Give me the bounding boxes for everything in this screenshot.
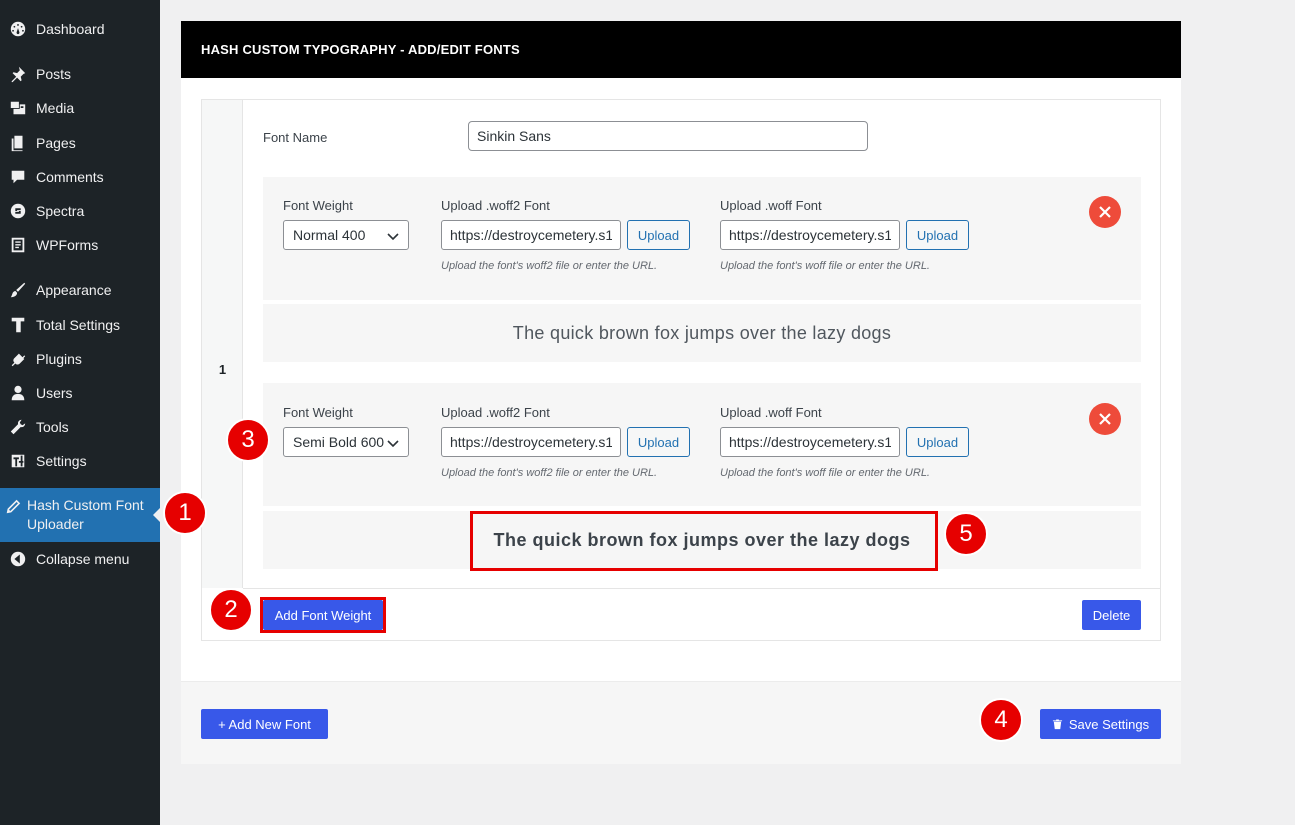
sidebar-item-label: Settings bbox=[36, 452, 87, 469]
woff-label: Upload .woff Font bbox=[720, 405, 822, 420]
sidebar-item-wpforms[interactable]: WPForms bbox=[0, 228, 160, 262]
page-title: HASH CUSTOM TYPOGRAPHY - ADD/EDIT FONTS bbox=[181, 21, 1181, 78]
font-weight-label: Font Weight bbox=[283, 405, 353, 420]
sidebar-item-label: Pages bbox=[36, 134, 76, 151]
sidebar-item-label: Total Settings bbox=[36, 316, 121, 333]
delete-font-button[interactable]: Delete bbox=[1082, 600, 1141, 630]
annotation-badge-2: 2 bbox=[209, 588, 253, 632]
trash-icon bbox=[1052, 718, 1062, 729]
user-icon bbox=[0, 384, 36, 402]
save-settings-label: Save Settings bbox=[1068, 716, 1150, 732]
woff2-upload-button[interactable]: Upload bbox=[627, 220, 690, 250]
sidebar-item-posts[interactable]: Posts bbox=[0, 57, 160, 91]
comment-icon bbox=[0, 168, 36, 186]
brush-icon bbox=[0, 281, 36, 299]
sidebar-item-label: Comments bbox=[36, 168, 104, 185]
wpforms-icon bbox=[0, 236, 36, 254]
highlight-frame bbox=[260, 597, 386, 633]
sliders-icon bbox=[0, 452, 36, 470]
font-name-input[interactable] bbox=[468, 121, 868, 151]
sidebar-item-label: Posts bbox=[36, 65, 72, 82]
sidebar-item-appearance[interactable]: Appearance bbox=[0, 273, 160, 307]
sidebar-item-label: Tools bbox=[36, 418, 69, 435]
admin-sidebar: Dashboard Posts Media Pages Comments Spe… bbox=[0, 0, 161, 825]
close-icon bbox=[1099, 413, 1111, 425]
add-new-font-button[interactable]: + Add New Font bbox=[201, 709, 328, 739]
woff2-hint: Upload the font's woff2 file or enter th… bbox=[441, 260, 658, 272]
remove-weight-button[interactable] bbox=[1089, 403, 1121, 435]
sidebar-item-hash-custom-font-uploader[interactable]: Hash Custom Font Uploader bbox=[0, 488, 161, 542]
sidebar-item-label: Collapse menu bbox=[36, 550, 130, 567]
sidebar-item-users[interactable]: Users bbox=[0, 376, 160, 410]
woff2-hint: Upload the font's woff2 file or enter th… bbox=[441, 467, 658, 479]
pencil-icon bbox=[0, 498, 27, 516]
chevron-down-icon bbox=[387, 440, 399, 448]
woff-upload-button[interactable]: Upload bbox=[906, 427, 969, 457]
font-preview: The quick brown fox jumps over the lazy … bbox=[263, 304, 1141, 362]
woff-hint: Upload the font's woff file or enter the… bbox=[720, 467, 930, 479]
woff2-url-input[interactable] bbox=[441, 427, 621, 457]
highlight-frame bbox=[470, 511, 938, 571]
woff2-label: Upload .woff2 Font bbox=[441, 198, 550, 213]
sidebar-item-comments[interactable]: Comments bbox=[0, 160, 160, 194]
collapse-menu-button[interactable]: Collapse menu bbox=[0, 542, 160, 576]
wrench-icon bbox=[0, 418, 36, 436]
font-weight-selected: Semi Bold 600 bbox=[293, 434, 385, 450]
font-weight-label: Font Weight bbox=[283, 198, 353, 213]
font-name-label: Font Name bbox=[263, 130, 328, 145]
sidebar-item-label: Spectra bbox=[36, 202, 85, 219]
save-settings-button[interactable]: Save Settings bbox=[1040, 709, 1161, 739]
annotation-badge-3: 3 bbox=[226, 418, 270, 462]
spectra-icon bbox=[0, 202, 36, 220]
font-weight-select[interactable]: Semi Bold 600 bbox=[283, 427, 409, 457]
font-card: 1 Font Name Font Weight Normal 400 Uploa… bbox=[201, 99, 1161, 641]
woff-upload-button[interactable]: Upload bbox=[906, 220, 969, 250]
sidebar-item-pages[interactable]: Pages bbox=[0, 126, 160, 160]
woff2-label: Upload .woff2 Font bbox=[441, 405, 550, 420]
font-weight-selected: Normal 400 bbox=[293, 227, 366, 243]
woff-label: Upload .woff Font bbox=[720, 198, 822, 213]
sidebar-item-label: Hash Custom Font Uploader bbox=[26, 497, 144, 532]
woff2-url-input[interactable] bbox=[441, 220, 621, 250]
annotation-badge-1: 1 bbox=[163, 491, 207, 535]
sidebar-item-label: Media bbox=[36, 99, 75, 116]
remove-weight-button[interactable] bbox=[1089, 196, 1121, 228]
sidebar-item-label: Users bbox=[36, 384, 73, 401]
dashboard-icon bbox=[0, 20, 36, 38]
sidebar-item-tools[interactable]: Tools bbox=[0, 410, 160, 444]
font-index-number: 1 bbox=[218, 362, 227, 377]
font-card-footer: Add Font Weight Delete bbox=[243, 588, 1161, 640]
font-weight-row: Font Weight Semi Bold 600 Upload .woff2 … bbox=[263, 383, 1141, 506]
font-weight-row: Font Weight Normal 400 Upload .woff2 Fon… bbox=[263, 177, 1141, 300]
sidebar-item-label: Dashboard bbox=[36, 20, 105, 37]
collapse-icon bbox=[0, 550, 36, 568]
annotation-badge-5: 5 bbox=[944, 512, 988, 556]
plug-icon bbox=[0, 350, 36, 368]
woff-url-input[interactable] bbox=[720, 427, 900, 457]
woff2-upload-button[interactable]: Upload bbox=[627, 427, 690, 457]
woff-hint: Upload the font's woff file or enter the… bbox=[720, 260, 930, 272]
chevron-down-icon bbox=[387, 233, 399, 241]
pages-icon bbox=[0, 134, 36, 152]
panel-footer: + Add New Font Save Settings bbox=[181, 681, 1181, 764]
font-settings-panel: HASH CUSTOM TYPOGRAPHY - ADD/EDIT FONTS … bbox=[181, 21, 1181, 764]
sidebar-item-total-settings[interactable]: Total Settings bbox=[0, 308, 160, 342]
sidebar-item-plugins[interactable]: Plugins bbox=[0, 342, 160, 376]
total-settings-icon bbox=[0, 316, 36, 334]
font-index-column: 1 bbox=[202, 100, 243, 588]
annotation-badge-4: 4 bbox=[979, 698, 1023, 742]
woff-url-input[interactable] bbox=[720, 220, 900, 250]
font-weight-select[interactable]: Normal 400 bbox=[283, 220, 409, 250]
sidebar-item-media[interactable]: Media bbox=[0, 91, 160, 125]
sidebar-item-label: Appearance bbox=[36, 281, 112, 298]
close-icon bbox=[1099, 206, 1111, 218]
media-icon bbox=[0, 99, 36, 117]
pin-icon bbox=[0, 65, 36, 83]
sidebar-item-label: WPForms bbox=[36, 236, 99, 253]
sidebar-item-dashboard[interactable]: Dashboard bbox=[0, 12, 160, 46]
sidebar-item-spectra[interactable]: Spectra bbox=[0, 194, 160, 228]
sidebar-item-settings[interactable]: Settings bbox=[0, 444, 160, 478]
sidebar-item-label: Plugins bbox=[36, 350, 82, 367]
